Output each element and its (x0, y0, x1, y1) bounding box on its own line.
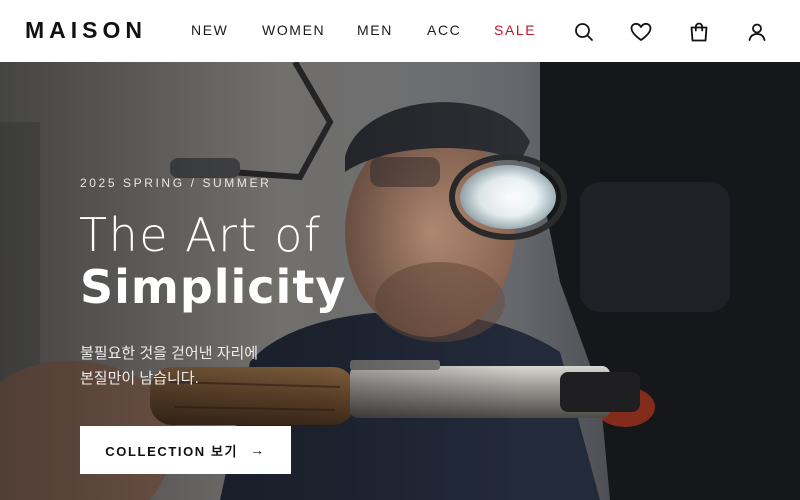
heart-icon[interactable] (629, 20, 653, 44)
nav-item-sale[interactable]: SALE (494, 22, 536, 38)
hero-title-line1: The Art of (79, 208, 322, 262)
hero-title-line2: Simplicity (80, 260, 347, 314)
nav-item-women[interactable]: WOMEN (262, 22, 325, 38)
search-icon[interactable] (572, 20, 596, 44)
season-label: 2025 SPRING / SUMMER (80, 176, 272, 190)
brand-logo[interactable]: MAISON (25, 17, 147, 44)
site-header: MAISON NEW WOMEN MEN ACC SALE (0, 0, 800, 62)
collection-button[interactable]: COLLECTION 보기 → (80, 426, 291, 474)
collection-button-label: COLLECTION 보기 (105, 443, 239, 459)
nav-item-men[interactable]: MEN (357, 22, 393, 38)
hero-description-line1: 불필요한 것을 걷어낸 자리에 (80, 345, 259, 362)
nav-item-new[interactable]: NEW (191, 22, 228, 38)
shopping-bag-icon[interactable] (687, 20, 711, 44)
nav-item-acc[interactable]: ACC (427, 22, 461, 38)
hero-banner: 2025 SPRING / SUMMER The Art of Simplici… (0, 62, 800, 500)
arrow-right-icon: → (250, 442, 266, 458)
hero-description-line2: 본질만이 남습니다. (80, 370, 199, 387)
hero-description: 불필요한 것을 걷어낸 자리에 본질만이 남습니다. (80, 341, 340, 391)
user-icon[interactable] (745, 20, 769, 44)
